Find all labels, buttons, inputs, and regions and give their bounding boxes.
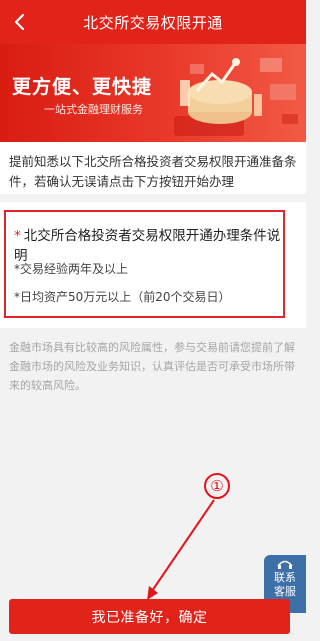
confirm-button[interactable]: 我已准备好，确定 [9,599,290,634]
annotation-arrow [147,499,215,600]
service-label-line1: 联系 [274,571,296,584]
service-icon [277,560,293,569]
service-label-line2: 客服 [274,585,296,598]
step-annotation: ① [204,473,230,499]
